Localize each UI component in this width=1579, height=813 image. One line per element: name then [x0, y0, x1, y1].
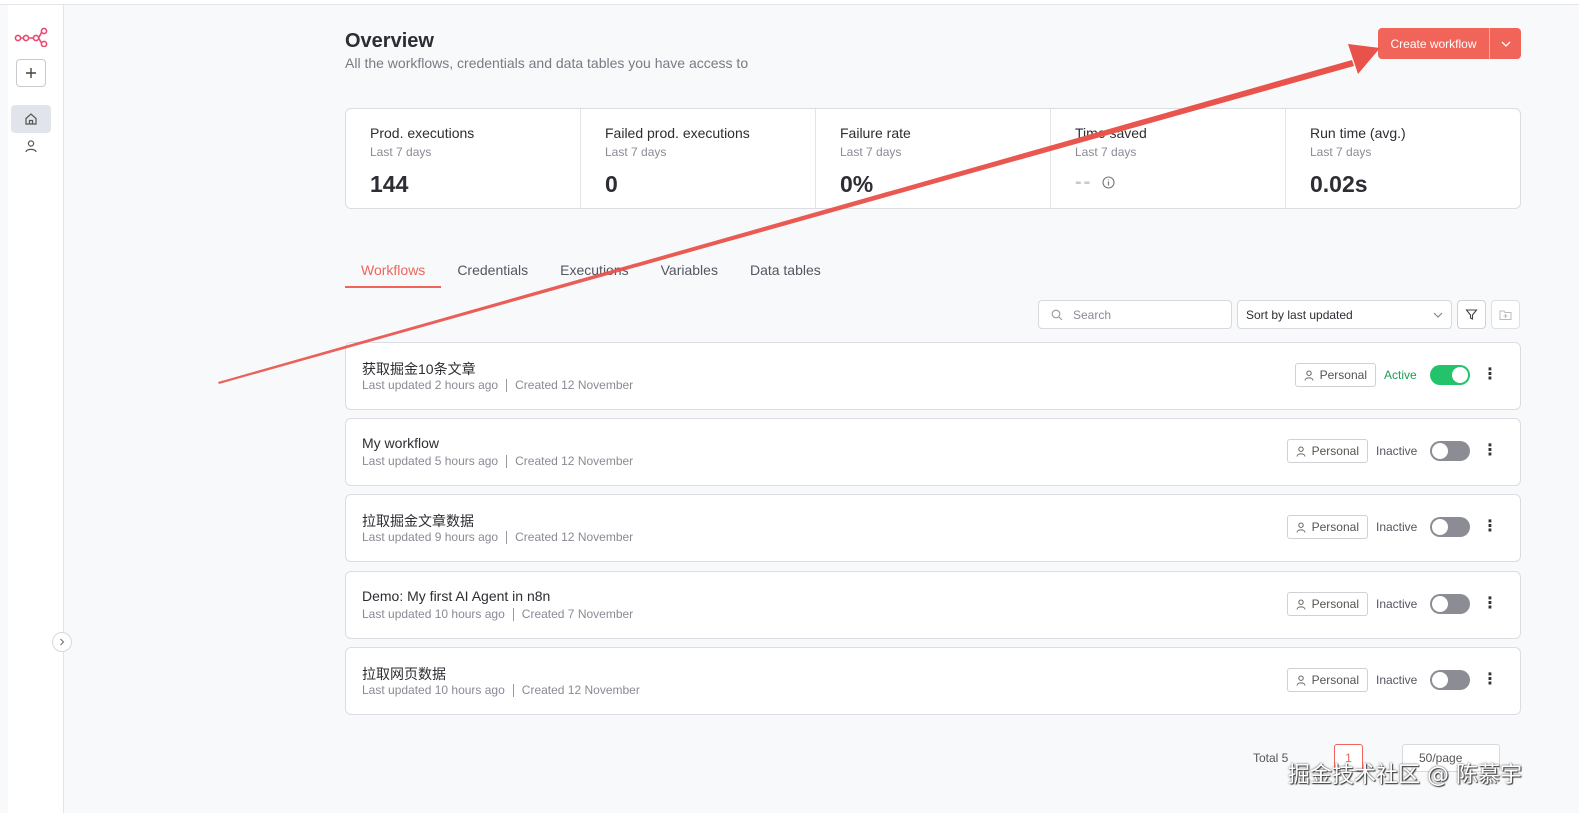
tab-workflows[interactable]: Workflows	[345, 262, 442, 288]
more-vertical-icon[interactable]: ⋮	[1478, 441, 1502, 461]
search-icon	[1051, 309, 1063, 320]
tab-data-tables[interactable]: Data tables	[734, 262, 837, 288]
pagination-total: Total 5	[1253, 751, 1289, 765]
n8n-logo-icon[interactable]	[14, 25, 48, 47]
add-button[interactable]	[16, 59, 46, 87]
workflow-card[interactable]: Demo: My first AI Agent in n8n Last upda…	[345, 571, 1521, 639]
workflow-actions: Personal Inactive ⋮	[1286, 592, 1502, 616]
sidebar-item-personal[interactable]	[22, 137, 40, 155]
sidebar-collapse-button[interactable]	[52, 632, 72, 652]
folder-plus-icon	[1499, 310, 1512, 320]
workflow-name[interactable]: 获取掘金10条文章	[362, 359, 476, 379]
search-box[interactable]	[1038, 300, 1232, 329]
workflow-meta: Last updated 10 hours ago Created 12 Nove…	[362, 683, 640, 697]
create-workflow-button-group: Create workflow	[1378, 28, 1521, 59]
status-label: Inactive	[1376, 444, 1418, 458]
stat-failure-rate[interactable]: Failure rate Last 7 days 0%	[816, 109, 1051, 208]
tab-executions[interactable]: Executions	[544, 262, 644, 288]
owner-badge: Personal	[1294, 363, 1376, 387]
stat-value: 0%	[840, 171, 874, 197]
insights-summary: Prod. executions Last 7 days 144 Failed …	[345, 108, 1521, 209]
plus-icon	[26, 68, 36, 78]
owner-badge: Personal	[1286, 515, 1368, 539]
chevron-down-icon	[1501, 41, 1510, 47]
top-border	[0, 0, 1579, 5]
tab-bar: Workflows Credentials Executions Variabl…	[345, 262, 837, 288]
separator	[512, 684, 514, 697]
workflow-card[interactable]: 拉取网页数据 Last updated 10 hours ago Created …	[345, 647, 1521, 715]
user-icon	[1296, 599, 1306, 610]
stat-value: 144	[370, 171, 409, 197]
active-toggle[interactable]	[1430, 594, 1470, 614]
owner-badge: Personal	[1286, 592, 1368, 616]
workflow-meta: Last updated 5 hours ago Created 12 Novem…	[362, 454, 634, 468]
stat-time-saved[interactable]: Time saved Last 7 days --	[1051, 109, 1286, 208]
stat-value-row: --	[1075, 171, 1285, 194]
workflow-meta: Last updated 10 hours ago Created 7 Novem…	[362, 607, 634, 621]
filter-button[interactable]	[1457, 300, 1486, 329]
tab-variables[interactable]: Variables	[645, 262, 734, 288]
sort-select[interactable]: Sort by last updated	[1237, 300, 1452, 329]
search-input[interactable]	[1073, 307, 1213, 322]
chevron-down-icon	[1433, 312, 1443, 318]
more-vertical-icon[interactable]: ⋮	[1478, 670, 1502, 690]
stat-prod-executions[interactable]: Prod. executions Last 7 days 144	[346, 109, 581, 208]
stat-value: --	[1075, 171, 1093, 193]
workflow-meta: Last updated 2 hours ago Created 12 Novem…	[362, 378, 634, 392]
sidebar	[8, 5, 64, 813]
active-toggle[interactable]	[1430, 517, 1470, 537]
status-label: Inactive	[1376, 597, 1418, 611]
workflow-name[interactable]: Demo: My first AI Agent in n8n	[362, 588, 550, 604]
separator	[512, 608, 514, 621]
info-icon[interactable]	[1102, 176, 1115, 189]
more-vertical-icon[interactable]: ⋮	[1478, 365, 1502, 385]
user-icon	[1296, 522, 1306, 533]
active-toggle[interactable]	[1430, 365, 1470, 385]
workflow-card[interactable]: My workflow Last updated 5 hours ago Crea…	[345, 418, 1521, 486]
chevron-right-icon	[60, 638, 65, 646]
user-icon	[1296, 675, 1306, 686]
create-options-dropdown[interactable]	[1490, 28, 1521, 59]
tab-credentials[interactable]: Credentials	[441, 262, 544, 288]
stat-failed-executions[interactable]: Failed prod. executions Last 7 days 0	[581, 109, 816, 208]
workflow-name[interactable]: 拉取网页数据	[362, 664, 446, 684]
active-toggle[interactable]	[1430, 441, 1470, 461]
status-label: Inactive	[1376, 673, 1418, 687]
stat-value: 0.02s	[1310, 171, 1368, 197]
sidebar-item-home[interactable]	[11, 105, 51, 133]
separator	[506, 455, 508, 468]
create-folder-button[interactable]	[1491, 300, 1520, 329]
filter-icon	[1465, 309, 1478, 320]
workflow-actions: Personal Active ⋮	[1294, 363, 1502, 387]
create-workflow-button[interactable]: Create workflow	[1378, 28, 1490, 59]
workflow-actions: Personal Inactive ⋮	[1286, 439, 1502, 463]
more-vertical-icon[interactable]: ⋮	[1478, 517, 1502, 537]
user-icon	[1296, 446, 1306, 457]
workflow-meta: Last updated 9 hours ago Created 12 Novem…	[362, 530, 634, 544]
page-title: Overview	[345, 30, 434, 52]
page-subtitle: All the workflows, credentials and data …	[345, 55, 749, 71]
workflow-actions: Personal Inactive ⋮	[1286, 515, 1502, 539]
owner-badge: Personal	[1286, 668, 1368, 692]
stat-run-time[interactable]: Run time (avg.) Last 7 days 0.02s	[1286, 109, 1520, 208]
workflow-actions: Personal Inactive ⋮	[1286, 668, 1502, 692]
sort-value: Sort by last updated	[1246, 307, 1353, 322]
stat-value: 0	[605, 171, 618, 197]
user-icon	[25, 140, 37, 153]
watermark: 掘金技术社区 @ 陈慕宇	[1288, 763, 1522, 788]
home-icon	[25, 113, 37, 125]
workflow-card[interactable]: 获取掘金10条文章 Last updated 2 hours ago Create…	[345, 342, 1521, 410]
user-icon	[1304, 370, 1314, 381]
workflow-card[interactable]: 拉取掘金文章数据 Last updated 9 hours ago Created…	[345, 494, 1521, 562]
active-toggle[interactable]	[1430, 670, 1470, 690]
separator	[506, 531, 508, 544]
status-label: Inactive	[1376, 520, 1418, 534]
owner-badge: Personal	[1286, 439, 1368, 463]
more-vertical-icon[interactable]: ⋮	[1478, 594, 1502, 614]
workflow-name[interactable]: My workflow	[362, 435, 439, 451]
status-label: Active	[1384, 368, 1417, 382]
workflow-name[interactable]: 拉取掘金文章数据	[362, 511, 474, 531]
separator	[506, 379, 508, 392]
